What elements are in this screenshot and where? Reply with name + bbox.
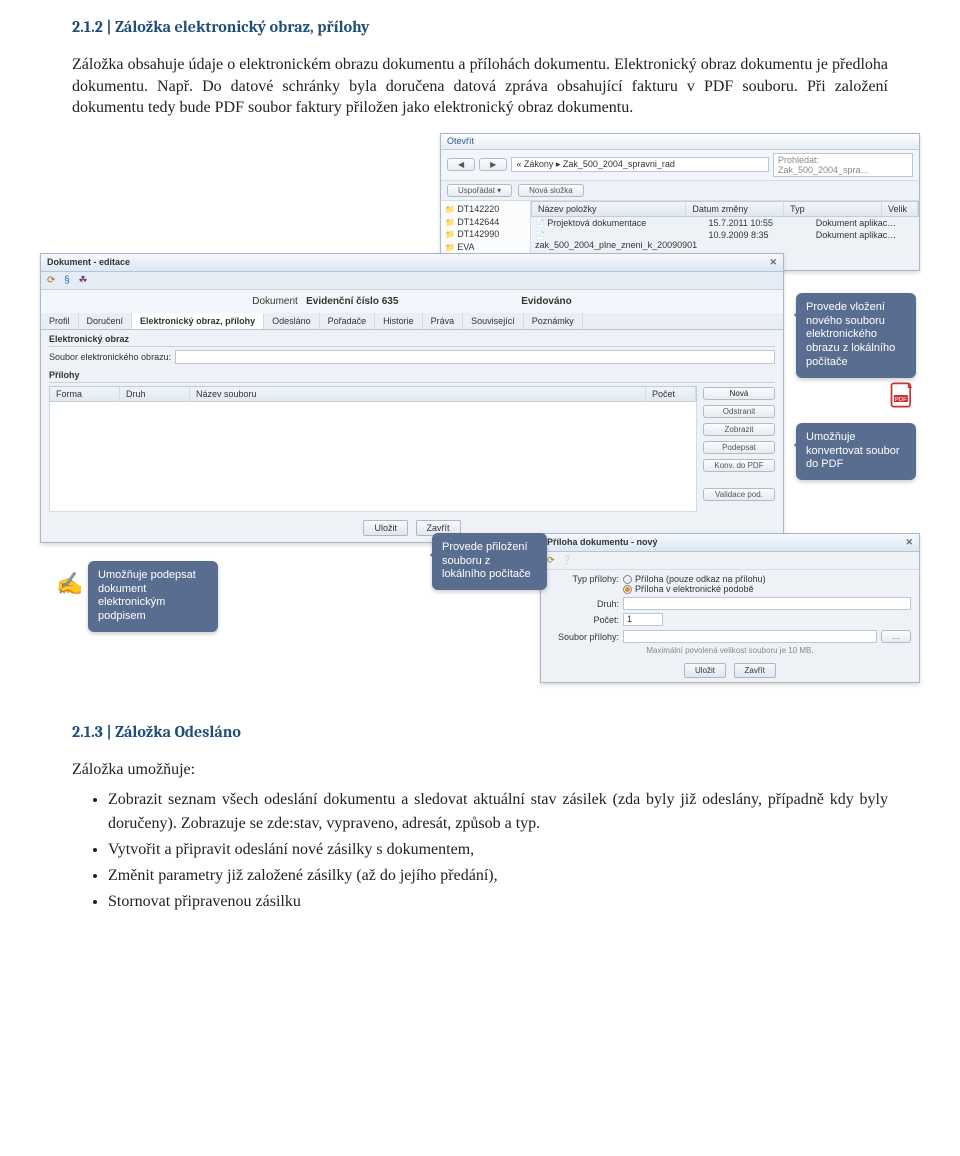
back-button[interactable]: ◀ — [447, 158, 475, 171]
help-icon[interactable]: ❔ — [561, 555, 572, 565]
header-dokument: Dokument — [252, 296, 298, 307]
callout-attach: Provede přiložení souboru z lokálního po… — [432, 533, 547, 590]
tab-poznamky[interactable]: Poznámky — [524, 313, 583, 329]
close-icon[interactable]: ✕ — [905, 533, 913, 551]
section-prilohy: Přílohy — [49, 370, 775, 383]
search-input[interactable]: Prohledat: Zak_500_2004_spra… — [773, 153, 913, 177]
tab-poradace[interactable]: Pořadače — [320, 313, 376, 329]
col-size: Velik — [882, 202, 918, 216]
list-item: Vytvořit a připravit odeslání nové zásil… — [108, 838, 888, 861]
footnote: Maximální povolená velikost souboru je 1… — [549, 646, 911, 655]
attach-save-button[interactable]: Uložit — [684, 663, 726, 678]
callout-upload: Provede vložení nového souboru elektroni… — [796, 293, 916, 378]
open-dialog-title: Otevřít — [447, 136, 474, 146]
header-status: Evidováno — [521, 296, 572, 307]
tab-historie[interactable]: Historie — [375, 313, 423, 329]
bullet-list: Zobrazit seznam všech odeslání dokumentu… — [108, 788, 888, 913]
close-icon[interactable]: ✕ — [769, 253, 777, 271]
tab-profil[interactable]: Profil — [41, 313, 79, 329]
list-item: Změnit parametry již založené zásilky (a… — [108, 864, 888, 887]
file-row[interactable]: zak_500_2004_plne_zneni_k_20090901 10.9.… — [531, 229, 919, 251]
col-type: Typ — [784, 202, 882, 216]
new-folder-button[interactable]: Nová složka — [518, 184, 584, 197]
screenshot-composite: Otevřít ◀ ▶ « Zákony ▸ Zak_500_2004_spra… — [40, 133, 920, 683]
attachments-list — [49, 402, 697, 512]
col-name: Název položky — [532, 202, 686, 216]
section-el-obraz: Elektronický obraz — [49, 334, 775, 347]
svg-text:PDF: PDF — [895, 397, 907, 403]
col-date: Datum změny — [686, 202, 784, 216]
druh-select[interactable] — [623, 597, 911, 610]
breadcrumb-path[interactable]: « Zákony ▸ Zak_500_2004_spravni_rad — [511, 157, 769, 172]
btn-validace[interactable]: Validace pod. — [703, 488, 775, 501]
btn-nova[interactable]: Nová — [703, 387, 775, 400]
btn-konv-pdf[interactable]: Konv. do PDF — [703, 459, 775, 472]
editor-title: Dokument - editace — [47, 253, 130, 271]
file-row[interactable]: Projektová dokumentace 15.7.2011 10:55 D… — [531, 217, 919, 229]
tab-el-obraz[interactable]: Elektronický obraz, přílohy — [132, 313, 264, 329]
toolbar-icon[interactable]: § — [64, 275, 70, 286]
btn-podepsat[interactable]: Podepsat — [703, 441, 775, 454]
toolbar-icon[interactable]: ☘ — [79, 275, 88, 286]
pocet-input[interactable]: 1 — [623, 613, 663, 626]
list-item: Zobrazit seznam všech odeslání dokumentu… — [108, 788, 888, 834]
callout-sign: Umožňuje podepsat dokument elektronickým… — [88, 561, 218, 632]
para-1: Záložka obsahuje údaje o elektronickém o… — [72, 54, 888, 119]
tab-doruceni[interactable]: Doručení — [79, 313, 133, 329]
fwd-button[interactable]: ▶ — [479, 158, 507, 171]
attach-close-button[interactable]: Zavřít — [734, 663, 776, 678]
btn-odstranit[interactable]: Odstranit — [703, 405, 775, 418]
lbl-soubor-el: Soubor elektronického obrazu: — [49, 352, 171, 362]
soubor-el-input[interactable] — [175, 350, 775, 364]
tab-odeslano[interactable]: Odesláno — [264, 313, 320, 329]
sign-icon: ✍ — [56, 571, 83, 597]
lbl-typ: Typ přílohy: — [549, 574, 619, 584]
lead-2: Záložka umožňuje: — [72, 759, 888, 781]
open-dialog: Otevřít ◀ ▶ « Zákony ▸ Zak_500_2004_spra… — [440, 133, 920, 271]
pdf-icon: PDF — [888, 381, 916, 409]
section-title-2: 2.1.3 | Záložka Odesláno — [72, 723, 888, 741]
tree-item[interactable]: DT142644 — [445, 216, 526, 229]
tabs: Profil Doručení Elektronický obraz, příl… — [41, 313, 783, 330]
refresh-icon[interactable]: ⟳ — [547, 555, 555, 565]
section-title-1: 2.1.2 | Záložka elektronický obraz, příl… — [72, 18, 888, 36]
attachment-dialog: Příloha dokumentu - nový ✕ ⟳ ❔ Typ přílo… — [540, 533, 920, 683]
toolbar-icon[interactable]: ⟳ — [47, 275, 55, 286]
soubor-input[interactable] — [623, 630, 877, 643]
list-item: Stornovat připravenou zásilku — [108, 890, 888, 913]
editor-window: Dokument - editace ✕ ⟳ § ☘ Dokument Evid… — [40, 253, 784, 543]
tab-prava[interactable]: Práva — [423, 313, 464, 329]
radio-el-podoba[interactable] — [623, 585, 632, 594]
browse-button[interactable]: … — [881, 630, 911, 643]
tree-item[interactable]: DT142220 — [445, 203, 526, 216]
btn-zobrazit[interactable]: Zobrazit — [703, 423, 775, 436]
radio-odkaz[interactable] — [623, 575, 632, 584]
callout-convert: Umožňuje konvertovat soubor do PDF — [796, 423, 916, 480]
tree-item[interactable]: DT142990 — [445, 228, 526, 241]
save-button[interactable]: Uložit — [363, 520, 408, 536]
organize-button[interactable]: Uspořádat ▾ — [447, 184, 512, 197]
attach-title: Příloha dokumentu - nový — [547, 533, 658, 551]
tab-souvisejici[interactable]: Související — [463, 313, 524, 329]
